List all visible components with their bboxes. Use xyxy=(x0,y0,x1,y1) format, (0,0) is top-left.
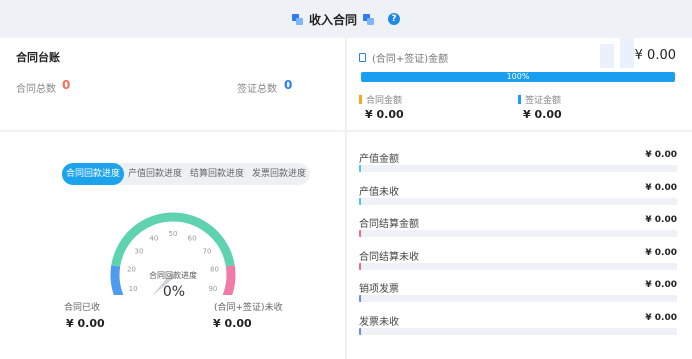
tab-progress-0[interactable]: 合同回款进度 xyxy=(62,163,125,185)
gauge-tick-label: 60 xyxy=(188,235,197,243)
received-value: ¥ 0.00 xyxy=(66,317,105,330)
gauge-percent: 0% xyxy=(162,284,186,300)
stats-row-bar xyxy=(359,197,677,205)
progress-tabs: 合同回款进度 产值回款进度 结算回款进度 发票回款进度 xyxy=(62,163,311,185)
ledger-title: 合同台账 xyxy=(16,51,60,64)
squares-icon xyxy=(363,13,374,25)
stats-row-label: 发票未收 xyxy=(359,316,399,328)
contract-amount-text: 合同金额 xyxy=(366,96,403,106)
stats-row-bar-fill xyxy=(359,295,361,302)
stats-row-label: 产值未收 xyxy=(359,186,399,198)
tab-progress-2[interactable]: 结算回款进度 xyxy=(186,163,248,185)
stats-row-bar xyxy=(359,230,677,237)
amount-panel: (合同+签证)金额 ¥ 0.00 100% 合同金额 ¥ 0.00 签证金额 ¥… xyxy=(347,38,692,130)
amount-total: ¥ 0.00 xyxy=(634,48,676,63)
stats-row-value: ¥ 0.00 xyxy=(645,150,677,160)
stats-row-label: 销项发票 xyxy=(359,284,399,295)
visa-amount-value: ¥ 0.00 xyxy=(523,108,562,121)
gauge-tick-label: 20 xyxy=(127,265,136,273)
visa-amount-text: 签证金额 xyxy=(525,96,562,106)
stats-row-bar-fill xyxy=(359,197,361,205)
gauge-arc-mid xyxy=(111,212,235,267)
stats-row-label: 合同结算未收 xyxy=(359,251,419,263)
tab-progress-1[interactable]: 产值回款进度 xyxy=(124,163,186,185)
unreceived-label: (合同+签证)未收 xyxy=(214,303,283,313)
stats-row-bar xyxy=(359,165,677,172)
page-title: 收入合同 xyxy=(308,12,357,27)
contract-color-mark xyxy=(359,95,362,104)
gauge-tick-label: 90 xyxy=(208,285,217,293)
gauge-tick-label: 40 xyxy=(149,235,158,243)
stats-list-panel: 产值金额 ¥ 0.00 产值未收 ¥ 0.00 合同结算金额 ¥ 0.00 合同结算未收 ¥ … xyxy=(347,132,692,359)
gauge-tick-label: 80 xyxy=(210,265,219,273)
contract-total-label: 合同总数 xyxy=(16,84,56,95)
gauge-panel: 合同回款进度产值回款进度结算回款进度发票回款进度 010203040506070… xyxy=(0,132,345,359)
stats-row-value: ¥ 0.00 xyxy=(645,247,677,258)
stats-row-value: ¥ 0.00 xyxy=(645,182,677,193)
gauge-tick-label: 70 xyxy=(203,247,212,255)
stats-row-bar-fill xyxy=(359,165,361,172)
amount-progress-bar: 100% xyxy=(361,72,675,82)
ledger-panel: 合同台账 合同总数 0 签证总数 0 xyxy=(0,38,345,130)
document-icon xyxy=(359,53,366,62)
contract-amount-value: ¥ 0.00 xyxy=(365,108,404,121)
received-label: 合同已收 xyxy=(64,303,101,313)
title-wrap: 收入合同 ? xyxy=(291,11,400,28)
progress-gauge: 0102030405060708090100合同回款进度 xyxy=(110,212,236,295)
amount-label: (合同+签证)金额 xyxy=(372,54,449,65)
stats-row-bar xyxy=(359,327,677,335)
stats-row-bar xyxy=(359,262,677,270)
stats-row-label: 合同结算金额 xyxy=(359,219,419,230)
stats-row-bar-fill xyxy=(359,262,361,270)
stats-row-label: 产值金额 xyxy=(359,154,399,165)
amount-header: (合同+签证)金额 xyxy=(359,50,448,65)
stats-row-bar xyxy=(359,295,677,302)
gauge-tick-label: 50 xyxy=(169,230,178,238)
amount-progress-text: 100% xyxy=(506,72,530,81)
tab-progress-3[interactable]: 发票回款进度 xyxy=(248,163,310,185)
help-icon[interactable]: ? xyxy=(388,13,400,25)
stats-row-bar-fill xyxy=(359,327,361,335)
gauge-tick-label: 10 xyxy=(129,285,138,293)
visa-total-count[interactable]: 0 xyxy=(284,78,292,92)
page-header: 收入合同 ? xyxy=(0,0,692,38)
unreceived-value: ¥ 0.00 xyxy=(213,317,252,330)
stats-row-value: ¥ 0.00 xyxy=(645,312,677,323)
stats-row-value: ¥ 0.00 xyxy=(645,280,677,290)
stats-row-bar-fill xyxy=(359,230,361,237)
stats-row-value: ¥ 0.00 xyxy=(645,215,677,225)
contract-total-count[interactable]: 0 xyxy=(62,78,70,92)
visa-amount-label: 签证金额 xyxy=(518,93,561,106)
gauge-center-label: 合同回款进度 xyxy=(149,270,197,280)
gauge-tick-label: 30 xyxy=(135,247,144,255)
contract-amount-label: 合同金额 xyxy=(359,93,402,106)
squares-icon xyxy=(291,13,303,25)
visa-total-label: 签证总数 xyxy=(237,84,277,95)
visa-color-mark xyxy=(518,95,521,104)
